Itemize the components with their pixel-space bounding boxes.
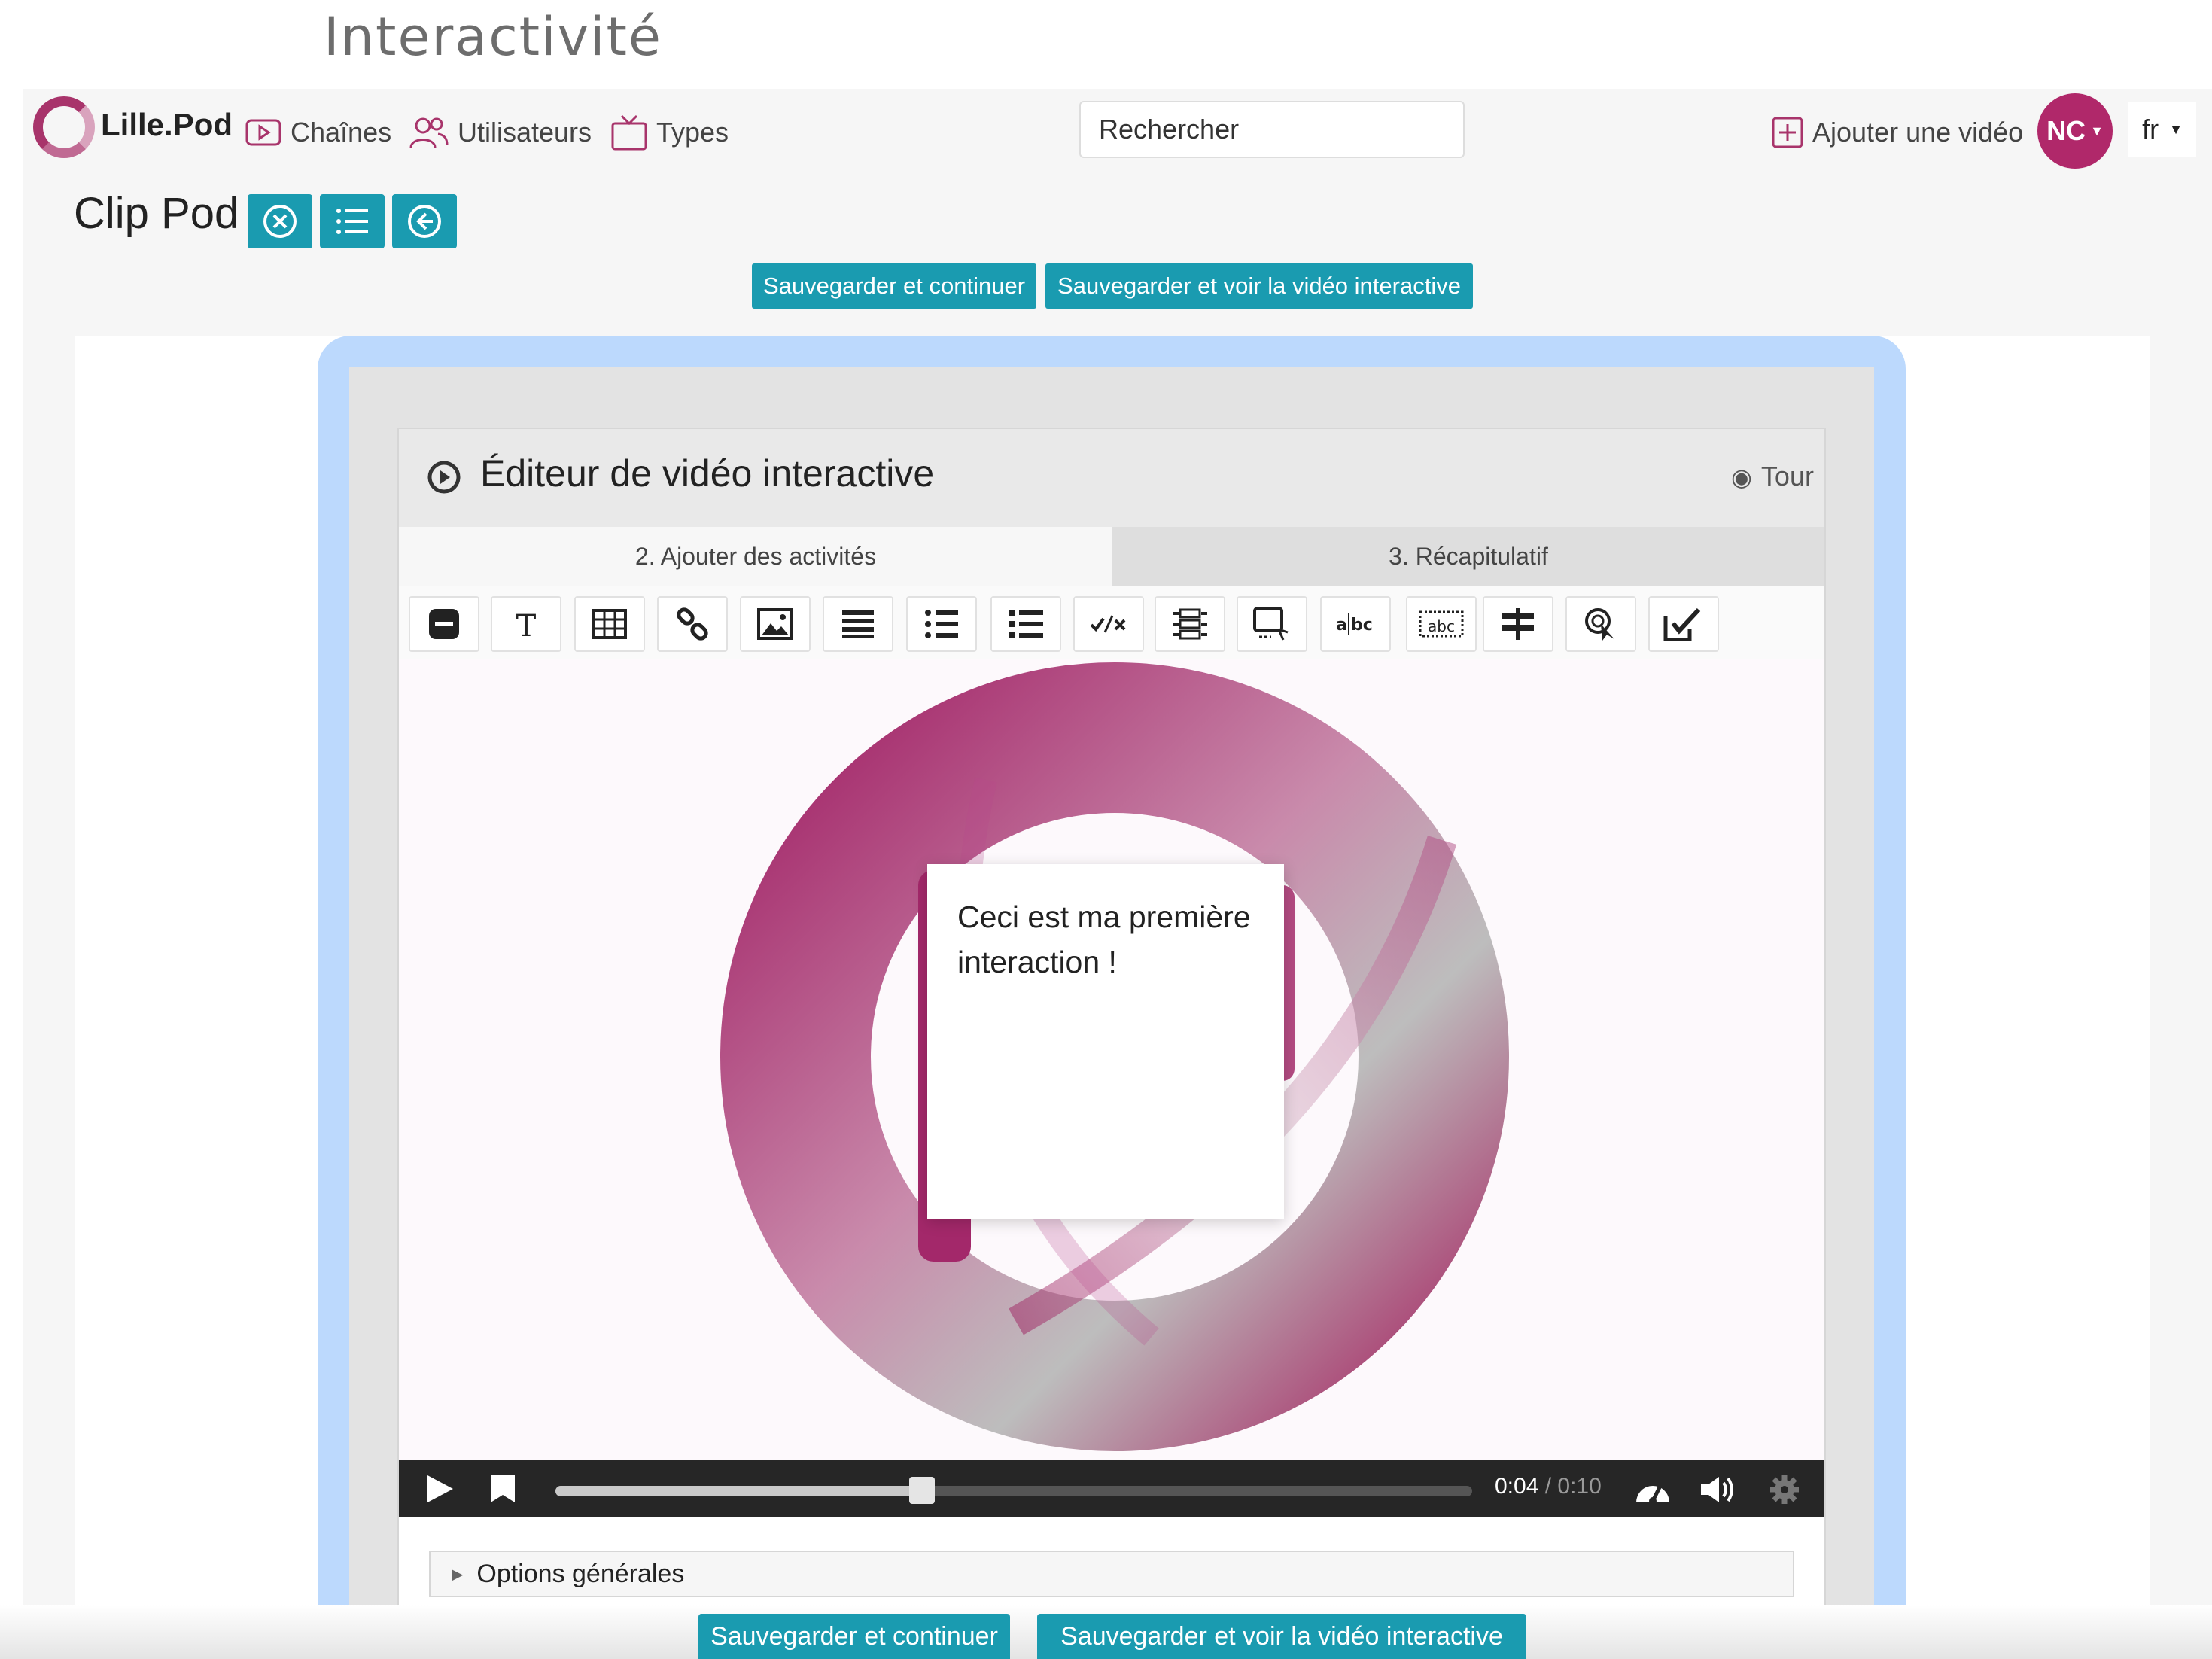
- tool-multiple-choice[interactable]: [990, 596, 1061, 652]
- save-continue-button-top[interactable]: Sauvegarder et continuer: [752, 263, 1036, 309]
- drag-text-icon: [1173, 608, 1207, 640]
- tool-image[interactable]: [740, 596, 811, 652]
- tool-link[interactable]: [657, 596, 728, 652]
- back-button[interactable]: [392, 194, 457, 248]
- back-circle-icon: [408, 205, 441, 238]
- time-display: 0:04 / 0:10: [1495, 1474, 1602, 1499]
- link-icon: [677, 607, 708, 641]
- tour-icon: ◉: [1731, 464, 1752, 491]
- mark-words-icon: abc: [1419, 610, 1464, 638]
- time-separator: /: [1538, 1474, 1558, 1499]
- crossroads-icon: [1502, 608, 1534, 640]
- nav-types[interactable]: Types: [611, 111, 729, 154]
- language-select[interactable]: fr ▼: [2128, 102, 2196, 157]
- tool-statements[interactable]: [823, 596, 893, 652]
- tool-single-choice[interactable]: [906, 596, 977, 652]
- save-view-button-top[interactable]: Sauvegarder et voir la vidéo interactive: [1045, 263, 1473, 309]
- logo-icon[interactable]: [33, 96, 95, 158]
- navigation-hotspot-icon: [1585, 608, 1614, 641]
- caret-down-icon: ▼: [2169, 121, 2183, 137]
- tool-drag-drop[interactable]: [1237, 596, 1307, 652]
- avatar[interactable]: NC ▼: [2037, 93, 2113, 169]
- close-circle-icon: [263, 205, 297, 238]
- fill-blanks-icon: a bc: [1336, 613, 1373, 635]
- play-circle-icon: [427, 461, 461, 494]
- svg-text:abc: abc: [1428, 617, 1455, 635]
- tv-icon: [611, 114, 647, 151]
- interaction-text-popup[interactable]: Ceci est ma première interaction !: [927, 864, 1284, 1219]
- plus-square-icon: [1772, 117, 1803, 148]
- tab-summary[interactable]: 3. Récapitulatif: [1112, 527, 1824, 586]
- tab-add-activities[interactable]: 2. Ajouter des activités: [399, 527, 1112, 586]
- avatar-initials: NC: [2046, 115, 2086, 146]
- caret-down-icon: ▼: [2090, 123, 2104, 139]
- statements-icon: [842, 610, 874, 638]
- search-input[interactable]: [1079, 101, 1465, 158]
- progress-fill: [555, 1486, 923, 1496]
- brand-name[interactable]: Lille.Pod: [101, 107, 233, 143]
- table-icon: [592, 609, 627, 639]
- progress-handle[interactable]: [909, 1477, 936, 1504]
- summary-icon: [1663, 607, 1701, 641]
- nav-label: Chaînes: [291, 117, 392, 148]
- navbar: Lille.Pod Chaînes Utilisateurs Types Ajo…: [23, 89, 2212, 175]
- label-icon: [429, 609, 459, 639]
- tour-label: Tour: [1760, 461, 1814, 492]
- tool-table[interactable]: [574, 596, 645, 652]
- general-options-toggle[interactable]: ▶ Options générales: [429, 1551, 1794, 1597]
- single-choice-icon: [925, 610, 958, 638]
- save-view-button-bottom[interactable]: Sauvegarder et voir la vidéo interactive: [1037, 1614, 1526, 1659]
- tool-mark-words[interactable]: abc: [1406, 596, 1477, 652]
- bookmark-icon[interactable]: [489, 1474, 516, 1504]
- video-title: Clip Pod: [74, 189, 239, 238]
- duration: 0:10: [1557, 1474, 1602, 1499]
- add-video-label: Ajouter une vidéo: [1812, 117, 2024, 148]
- tool-navigation-hotspot[interactable]: [1565, 596, 1636, 652]
- tool-summary[interactable]: [1648, 596, 1719, 652]
- language-value: fr: [2142, 114, 2159, 145]
- nav-label: Utilisateurs: [458, 117, 592, 148]
- svg-text:a: a: [1336, 616, 1347, 635]
- tool-crossroads[interactable]: [1483, 596, 1553, 652]
- drag-drop-icon: [1253, 607, 1289, 641]
- image-icon: [757, 608, 793, 640]
- tool-text[interactable]: T: [491, 596, 561, 652]
- nav-label: Types: [656, 117, 729, 148]
- list-button[interactable]: [320, 194, 385, 248]
- volume-icon[interactable]: [1699, 1474, 1739, 1505]
- settings-gear-icon[interactable]: [1769, 1474, 1800, 1505]
- svg-text:bc: bc: [1351, 616, 1373, 635]
- list-icon: [336, 209, 368, 234]
- svg-text:T: T: [516, 609, 537, 641]
- page-heading: Interactivité: [324, 6, 662, 68]
- current-time: 0:04: [1495, 1474, 1539, 1499]
- multiple-choice-icon: [1009, 610, 1043, 638]
- tool-label[interactable]: [409, 596, 479, 652]
- play-icon[interactable]: [424, 1474, 455, 1504]
- nav-chaines[interactable]: Chaînes: [245, 111, 391, 154]
- nav-utilisateurs[interactable]: Utilisateurs: [409, 111, 592, 154]
- tool-fill-blanks[interactable]: a bc: [1320, 596, 1391, 652]
- editor-title: Éditeur de vidéo interactive: [480, 452, 935, 495]
- tool-true-false[interactable]: [1073, 596, 1144, 652]
- close-editor-button[interactable]: [248, 194, 312, 248]
- interaction-text: Ceci est ma première interaction !: [957, 900, 1251, 979]
- play-square-icon: [245, 119, 281, 146]
- text-icon: T: [516, 609, 537, 641]
- users-icon: [409, 117, 449, 148]
- tool-drag-text[interactable]: [1155, 596, 1225, 652]
- save-continue-button-bottom[interactable]: Sauvegarder et continuer: [698, 1614, 1010, 1659]
- caret-right-icon: ▶: [452, 1566, 464, 1583]
- options-label: Options générales: [476, 1559, 685, 1588]
- tour-button[interactable]: ◉ Tour: [1731, 461, 1814, 492]
- playback-speed-icon[interactable]: [1633, 1474, 1672, 1505]
- true-false-icon: [1090, 615, 1126, 633]
- add-video-link[interactable]: Ajouter une vidéo: [1772, 111, 2023, 154]
